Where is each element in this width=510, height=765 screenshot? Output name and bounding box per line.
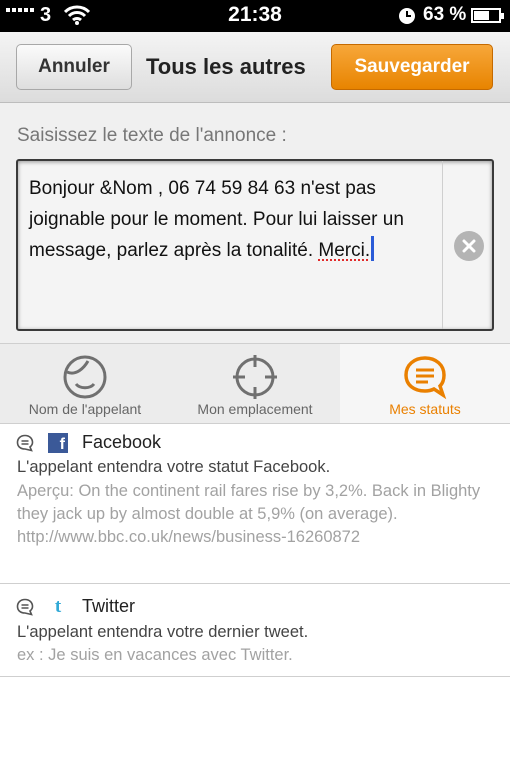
crosshair-icon (233, 355, 277, 399)
tab-caller-name[interactable]: Nom de l'appelant (0, 344, 170, 423)
list-item-preview: ex : Je suis en vacances avec Twitter. (17, 646, 293, 664)
speech-bubble-icon (16, 434, 34, 452)
clear-text-button[interactable] (454, 231, 484, 261)
list-item-facebook[interactable]: f Facebook L'appelant entendra votre sta… (0, 423, 510, 583)
spellcheck-flagged-word[interactable]: Merci. (318, 240, 370, 261)
tab-location-label: Mon emplacement (197, 401, 313, 417)
list-item-preview: Aperçu: On the continent rail fares rise… (17, 482, 481, 546)
list-item-description: L'appelant entendra votre dernier tweet. (17, 623, 309, 641)
navigation-bar: Annuler Tous les autres Sauvegarder (0, 32, 510, 103)
list-divider (0, 676, 510, 677)
speech-bubble-icon (16, 598, 34, 616)
list-item-title: Facebook (82, 432, 162, 452)
alarm-clock-icon (398, 7, 416, 30)
status-bar: 3 21:38 63 % (0, 0, 510, 32)
speech-bubble-icon (404, 356, 447, 400)
facebook-icon: f (48, 432, 68, 453)
twitter-icon: t (54, 595, 62, 617)
save-button[interactable]: Sauvegarder (331, 44, 493, 90)
variable-tabs: Nom de l'appelant Mon emplacement Mes st… (0, 343, 510, 424)
announcement-text-field[interactable]: Bonjour &Nom , 06 74 59 84 63 n'est pas … (16, 159, 494, 331)
announcement-prompt-label: Saisissez le texte de l'annonce : (17, 125, 287, 146)
text-cursor (371, 236, 375, 261)
tab-statuses-label: Mes statuts (389, 401, 461, 417)
battery-icon (471, 8, 504, 23)
page-title: Tous les autres (146, 54, 306, 79)
list-item-title: Twitter (82, 596, 136, 616)
tab-statuses[interactable]: Mes statuts (340, 344, 510, 423)
announcement-text[interactable]: Bonjour &Nom , 06 74 59 84 63 n'est pas … (29, 173, 429, 266)
announcement-editor: Saisissez le texte de l'annonce : Bonjou… (0, 103, 510, 343)
close-icon (462, 239, 476, 253)
cancel-button[interactable]: Annuler (16, 44, 132, 90)
battery-percent: 63 % (423, 4, 467, 25)
text-field-divider (442, 161, 443, 329)
list-item-twitter[interactable]: t Twitter L'appelant entendra votre dern… (0, 584, 510, 676)
face-icon (63, 355, 107, 399)
tab-caller-name-label: Nom de l'appelant (28, 401, 142, 417)
list-item-description: L'appelant entendra votre statut Faceboo… (17, 458, 331, 476)
list-item-header: f Facebook (16, 432, 161, 453)
tab-location[interactable]: Mon emplacement (170, 344, 340, 423)
list-item-header: t Twitter (16, 596, 135, 617)
